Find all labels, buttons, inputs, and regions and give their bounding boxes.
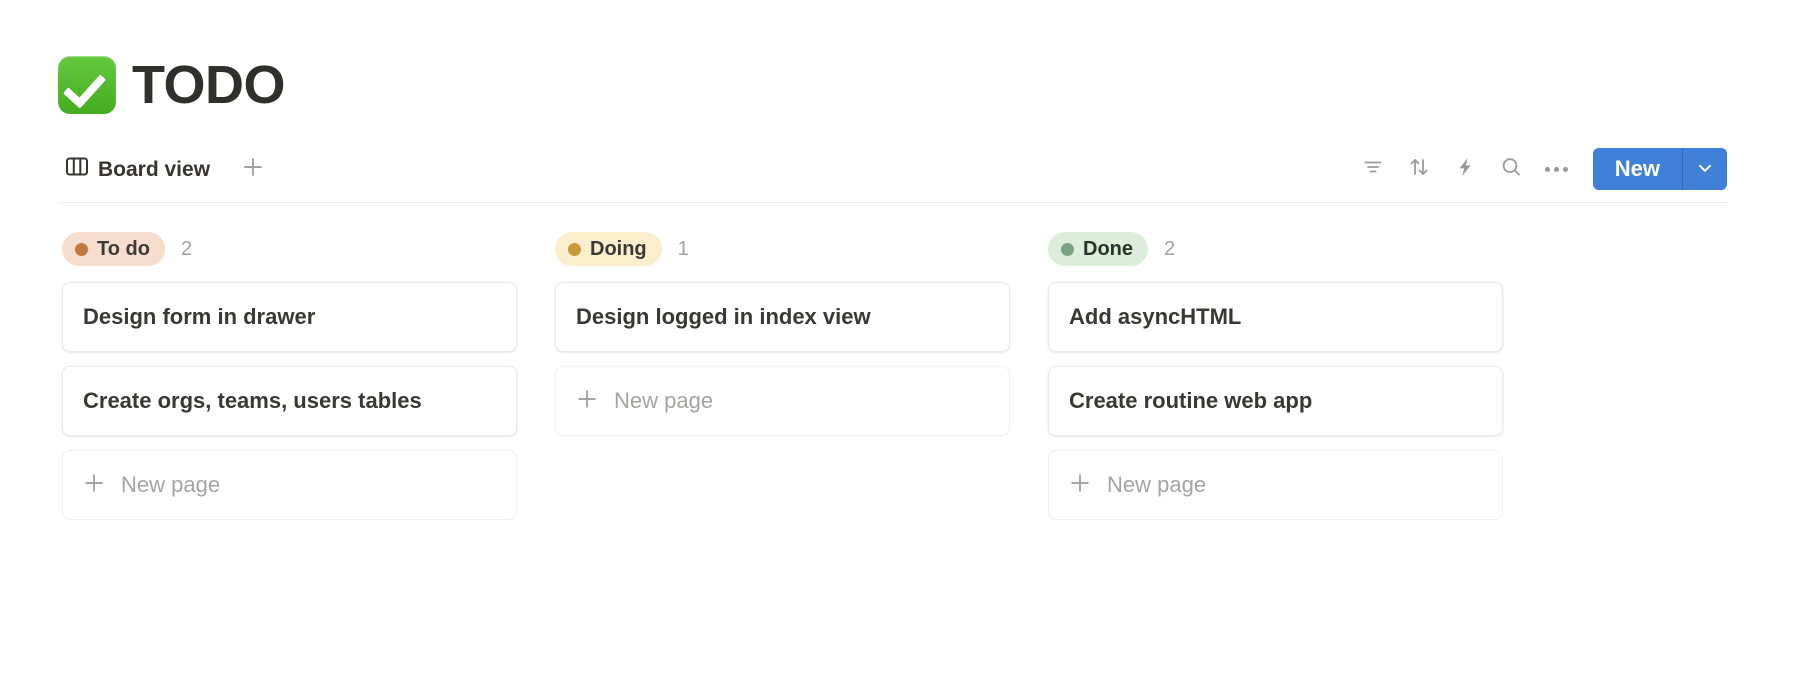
column-count: 2: [180, 237, 193, 260]
board-card[interactable]: Design logged in index view: [555, 282, 1010, 352]
kanban-board: To do 2 Design form in drawer Create org…: [62, 228, 1804, 534]
toolbar-divider: [58, 202, 1727, 203]
column-header: Done 2: [1048, 228, 1503, 272]
filter-button[interactable]: [1351, 149, 1395, 189]
new-page-label: New page: [614, 387, 714, 413]
add-view-button[interactable]: [236, 152, 270, 186]
plus-icon: [242, 156, 264, 183]
status-badge[interactable]: Done: [1048, 232, 1148, 266]
plus-icon: [576, 388, 598, 415]
more-options-button[interactable]: [1535, 149, 1579, 189]
column-header: To do 2: [62, 228, 517, 272]
sort-arrows-icon: [1407, 155, 1431, 184]
notion-board-page: TODO Board view New To do 2 Design form …: [0, 0, 1804, 694]
search-icon: [1499, 155, 1523, 184]
new-page-label: New page: [1107, 471, 1207, 497]
column-count: 1: [677, 237, 689, 260]
status-dot-icon: [75, 242, 88, 256]
board-card[interactable]: Create routine web app: [1048, 366, 1503, 436]
filter-icon: [1361, 155, 1385, 184]
view-tabs: Board view: [58, 152, 270, 186]
status-dot-icon: [1061, 242, 1074, 256]
board-column-doing: Doing 1 Design logged in index view New …: [555, 228, 1010, 534]
column-cards: Add asyncHTML Create routine web app New…: [1048, 282, 1503, 520]
plus-icon: [83, 472, 105, 499]
new-page-label: New page: [121, 471, 221, 497]
page-title: TODO: [132, 55, 286, 115]
sort-button[interactable]: [1397, 149, 1441, 189]
column-header: Doing 1: [555, 228, 1010, 272]
view-toolbar: Board view New: [58, 145, 1727, 193]
tab-board-view[interactable]: Board view: [58, 153, 218, 185]
tab-board-view-label: Board view: [98, 157, 211, 181]
plus-icon: [1069, 472, 1091, 499]
status-badge-label: Done: [1083, 238, 1133, 260]
card-title: Create orgs, teams, users tables: [83, 387, 422, 413]
lightning-bolt-icon: [1453, 155, 1477, 184]
white-check-mark-emoji: [58, 56, 116, 114]
card-title: Design form in drawer: [83, 303, 316, 329]
column-cards: Design form in drawer Create orgs, teams…: [62, 282, 517, 520]
board-column-todo: To do 2 Design form in drawer Create org…: [62, 228, 517, 534]
new-button-dropdown[interactable]: [1683, 148, 1727, 190]
search-button[interactable]: [1489, 149, 1533, 189]
new-button-group: New: [1592, 148, 1727, 190]
status-badge-label: Doing: [590, 238, 647, 260]
status-badge-label: To do: [97, 238, 150, 260]
status-dot-icon: [568, 242, 581, 256]
chevron-down-icon: [1696, 159, 1714, 180]
board-column-done: Done 2 Add asyncHTML Create routine web …: [1048, 228, 1503, 534]
page-title-row: TODO: [58, 50, 286, 120]
column-count: 2: [1164, 237, 1176, 260]
new-button[interactable]: New: [1592, 148, 1682, 190]
ellipsis-icon: [1545, 166, 1569, 172]
board-view-icon: [66, 157, 88, 181]
board-card[interactable]: Design form in drawer: [62, 282, 517, 352]
column-cards: Design logged in index view New page: [555, 282, 1010, 436]
card-title: Design logged in index view: [576, 303, 871, 329]
status-badge[interactable]: To do: [62, 232, 165, 266]
new-page-button[interactable]: New page: [62, 450, 517, 520]
toolbar-actions: New: [1351, 148, 1727, 190]
new-page-button[interactable]: New page: [1048, 450, 1503, 520]
status-badge[interactable]: Doing: [555, 232, 662, 266]
automations-button[interactable]: [1443, 149, 1487, 189]
board-card[interactable]: Add asyncHTML: [1048, 282, 1503, 352]
card-title: Create routine web app: [1069, 387, 1313, 413]
card-title: Add asyncHTML: [1069, 303, 1242, 329]
new-page-button[interactable]: New page: [555, 366, 1010, 436]
board-card[interactable]: Create orgs, teams, users tables: [62, 366, 517, 436]
